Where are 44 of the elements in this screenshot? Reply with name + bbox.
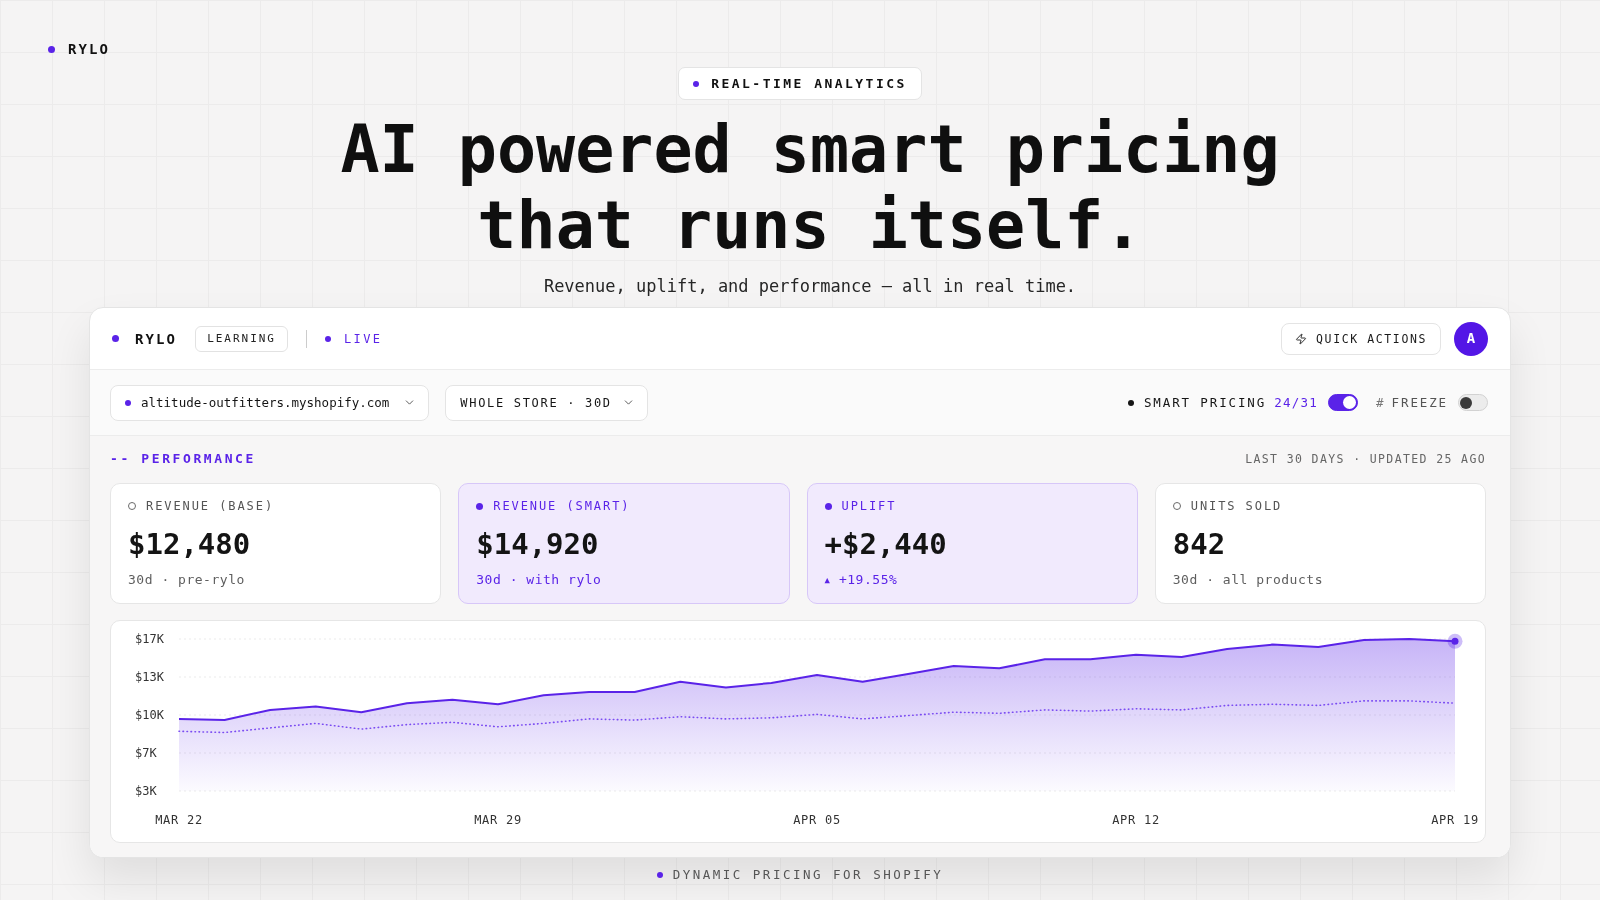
brand-name: RYLO — [135, 329, 178, 348]
x-axis-label: MAR 22 — [155, 813, 203, 827]
store-select[interactable]: altitude-outfitters.myshopify.com — [110, 384, 430, 421]
y-axis-label: $17K — [135, 632, 164, 646]
hero-title: AI powered smart pricing that runs itself. — [339, 112, 1281, 264]
bolt-icon — [1295, 332, 1308, 345]
y-axis-label: $13K — [135, 670, 164, 684]
y-axis-label: $3K — [135, 784, 157, 798]
metric-value: +$2,440 — [824, 527, 948, 561]
x-axis-label: APR 19 — [1431, 813, 1479, 827]
metric-value: 842 — [1172, 527, 1227, 561]
metric-value: $14,920 — [476, 527, 600, 561]
trend-symbol: ▲ — [824, 574, 830, 586]
marker-icon — [1447, 633, 1463, 649]
learning-badge: LEARNING — [195, 325, 288, 352]
brand-name: RYLO — [68, 40, 111, 58]
live-status: LIVE — [343, 330, 383, 347]
x-axis-label: MAR 29 — [474, 813, 522, 827]
hero-subtitle: Revenue, uplift, and performance — all in real time. — [542, 275, 1077, 298]
x-axis-label: APR 12 — [1112, 813, 1160, 827]
metric-label: UNITS SOLD — [1190, 498, 1283, 514]
tag-label: REAL-TIME ANALYTICS — [711, 75, 907, 92]
toggle-switch[interactable] — [1328, 394, 1359, 411]
update-meta: LAST 30 DAYS · UPDATED 25 AGO — [1245, 451, 1486, 467]
metric-note: 30d · all products — [1172, 571, 1323, 589]
metric-label: UPLIFT — [841, 498, 897, 514]
footer-tagline: DYNAMIC PRICING FOR SHOPIFY — [672, 867, 944, 883]
freeze-symbol: # — [1376, 394, 1384, 411]
metric-label: REVENUE (BASE) — [146, 498, 275, 514]
smart-pricing-count: 24/31 — [1274, 394, 1319, 411]
x-axis-label: APR 05 — [793, 813, 841, 827]
metric-label: REVENUE (SMART) — [493, 498, 631, 514]
smart-pricing-label: SMART PRICING — [1143, 394, 1267, 411]
section-title: -- PERFORMANCE — [110, 451, 256, 467]
metric-value: $12,480 — [128, 527, 252, 561]
freeze-label: FREEZE — [1391, 394, 1448, 411]
user-avatar[interactable]: A — [1454, 321, 1488, 356]
y-axis-label: $10K — [135, 708, 164, 722]
scope-select[interactable]: WHOLE STORE · 30D — [445, 384, 648, 421]
quick-actions-button[interactable]: QUICK ACTIONS — [1281, 322, 1441, 355]
metric-note: 30d · with rylo — [476, 571, 602, 589]
metric-note: 30d · pre-rylo — [128, 571, 245, 589]
y-axis-label: $7K — [135, 746, 157, 760]
metric-note: +19.55% — [838, 571, 898, 589]
